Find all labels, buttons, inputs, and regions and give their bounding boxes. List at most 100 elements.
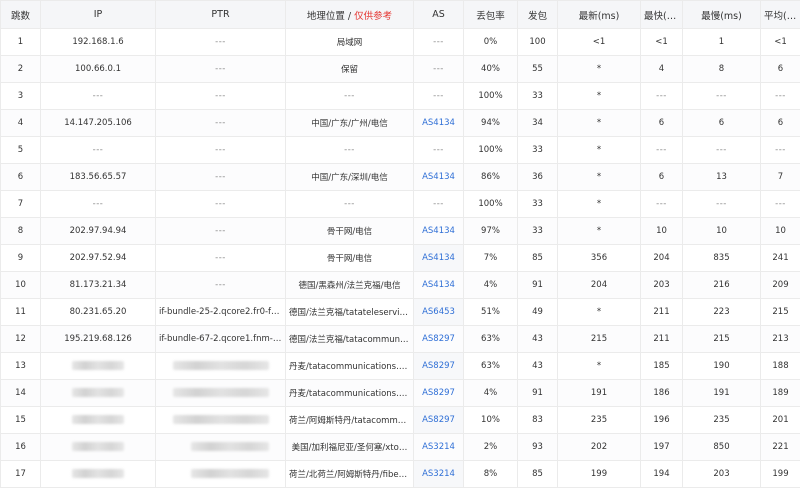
cell-geo: 德国/法兰克福/tatacommunic… [286, 326, 414, 353]
cell-ptr [156, 407, 286, 434]
cell-geo: 中国/广东/深圳/电信 [286, 164, 414, 191]
cell-best: 186 [641, 380, 683, 407]
cell-as: AS8297 [414, 380, 464, 407]
as-link[interactable]: AS3214 [422, 469, 455, 479]
as-link[interactable]: AS4134 [422, 172, 455, 182]
cell-as: AS8297 [414, 407, 464, 434]
cell-worst: 235 [683, 407, 761, 434]
cell-worst: 10 [683, 218, 761, 245]
cell-sent: 43 [518, 353, 558, 380]
cell-last: 204 [558, 272, 641, 299]
cell-last: 202 [558, 434, 641, 461]
table-row: 414.147.205.106---中国/广东/广州/电信AS413494%34… [1, 110, 800, 137]
redacted-ptr [173, 388, 269, 397]
cell-avg: 213 [761, 326, 800, 353]
cell-sent: 33 [518, 218, 558, 245]
table-row: 6183.56.65.57---中国/广东/深圳/电信AS413486%36*6… [1, 164, 800, 191]
cell-loss: 8% [464, 461, 518, 488]
cell-sent: 33 [518, 83, 558, 110]
redacted-ptr [191, 442, 269, 451]
cell-ptr [156, 380, 286, 407]
cell-as: --- [414, 56, 464, 83]
table-row: 1180.231.65.20if-bundle-25-2.qcore2.fr0-… [1, 299, 800, 326]
cell-ip [41, 434, 156, 461]
cell-hop: 11 [1, 299, 41, 326]
table-row: 3------------100%33*--------- [1, 83, 800, 110]
col-geo: 地理位置 / 仅供参考 [286, 1, 414, 29]
cell-ptr: --- [156, 164, 286, 191]
cell-best: --- [641, 83, 683, 110]
cell-avg: 209 [761, 272, 800, 299]
cell-as: --- [414, 137, 464, 164]
cell-as: AS4134 [414, 164, 464, 191]
cell-sent: 100 [518, 29, 558, 56]
col-loss: 丢包率 [464, 1, 518, 29]
cell-geo: 骨干网/电信 [286, 218, 414, 245]
table-body: 1192.168.1.6---局域网---0%100<1<11<12100.66… [1, 29, 800, 488]
cell-worst: 13 [683, 164, 761, 191]
col-ip: IP [41, 1, 156, 29]
as-link[interactable]: AS4134 [422, 226, 455, 236]
table-row: 1081.173.21.34---德国/黑森州/法兰克福/电信AS41344%9… [1, 272, 800, 299]
cell-as: AS4134 [414, 245, 464, 272]
table-row: 15荷兰/阿姆斯特丹/tatacommun…AS829710%832351962… [1, 407, 800, 434]
redacted-ip [72, 388, 124, 397]
cell-as: AS8297 [414, 326, 464, 353]
cell-ptr: --- [156, 272, 286, 299]
cell-sent: 33 [518, 191, 558, 218]
cell-as: AS3214 [414, 434, 464, 461]
cell-best: 211 [641, 299, 683, 326]
cell-hop: 10 [1, 272, 41, 299]
cell-loss: 2% [464, 434, 518, 461]
cell-hop: 5 [1, 137, 41, 164]
cell-best: --- [641, 137, 683, 164]
cell-as: AS4134 [414, 272, 464, 299]
redacted-ptr [191, 469, 269, 478]
as-link[interactable]: AS4134 [422, 280, 455, 290]
cell-worst: 191 [683, 380, 761, 407]
cell-hop: 16 [1, 434, 41, 461]
as-link[interactable]: AS6453 [422, 307, 455, 317]
cell-sent: 55 [518, 56, 558, 83]
cell-ip: 14.147.205.106 [41, 110, 156, 137]
cell-ptr: --- [156, 110, 286, 137]
as-link[interactable]: AS8297 [422, 334, 455, 344]
cell-ip: --- [41, 137, 156, 164]
table-row: 8202.97.94.94---骨干网/电信AS413497%33*101010 [1, 218, 800, 245]
cell-ip: 202.97.52.94 [41, 245, 156, 272]
as-link[interactable]: AS8297 [422, 388, 455, 398]
cell-avg: 10 [761, 218, 800, 245]
cell-last: 235 [558, 407, 641, 434]
cell-ip: 202.97.94.94 [41, 218, 156, 245]
cell-ptr: --- [156, 245, 286, 272]
cell-best: <1 [641, 29, 683, 56]
cell-hop: 12 [1, 326, 41, 353]
cell-avg: 6 [761, 110, 800, 137]
cell-ip: --- [41, 191, 156, 218]
cell-ip: 192.168.1.6 [41, 29, 156, 56]
as-link[interactable]: AS3214 [422, 442, 455, 452]
table-row: 1192.168.1.6---局域网---0%100<1<11<1 [1, 29, 800, 56]
redacted-ip [72, 442, 124, 451]
cell-worst: 216 [683, 272, 761, 299]
cell-geo: 保留 [286, 56, 414, 83]
cell-ptr: --- [156, 29, 286, 56]
cell-sent: 36 [518, 164, 558, 191]
cell-worst: 215 [683, 326, 761, 353]
cell-best: 196 [641, 407, 683, 434]
col-sent: 发包 [518, 1, 558, 29]
cell-loss: 94% [464, 110, 518, 137]
as-link[interactable]: AS8297 [422, 361, 455, 371]
as-link[interactable]: AS8297 [422, 415, 455, 425]
cell-ptr: --- [156, 83, 286, 110]
cell-best: 194 [641, 461, 683, 488]
header-row: 跳数 IP PTR 地理位置 / 仅供参考 AS 丢包率 发包 最新(ms) 最… [1, 1, 800, 29]
cell-sent: 91 [518, 380, 558, 407]
cell-last: 356 [558, 245, 641, 272]
cell-geo: 德国/法兰克福/tatateleservice… [286, 299, 414, 326]
cell-ptr: --- [156, 191, 286, 218]
cell-ptr: --- [156, 56, 286, 83]
as-link[interactable]: AS4134 [422, 118, 455, 128]
table-row: 17荷兰/北荷兰/阿姆斯特丹/fiber…AS32148%85199194203… [1, 461, 800, 488]
as-link[interactable]: AS4134 [422, 253, 455, 263]
